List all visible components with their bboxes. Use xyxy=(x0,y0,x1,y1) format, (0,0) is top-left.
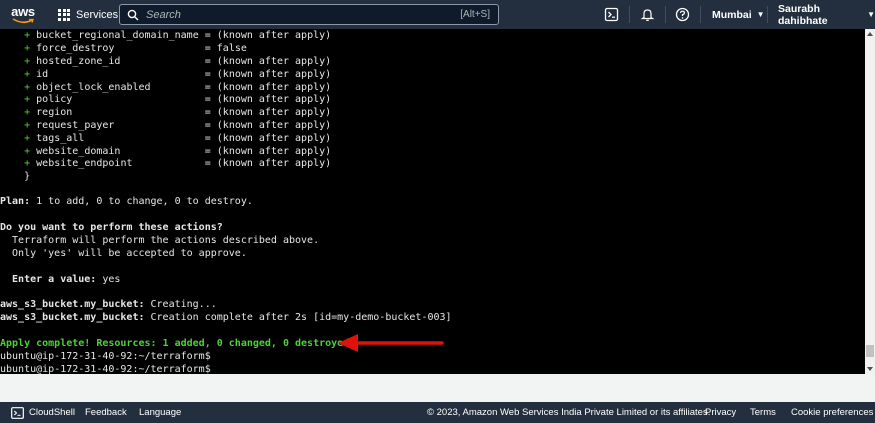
shell-prompt-line: ubuntu@ip-172-31-40-92:~/terraform$ xyxy=(0,351,211,362)
region-selector[interactable]: Mumbai ▼ xyxy=(712,0,765,29)
search-box[interactable]: [Alt+S] xyxy=(119,4,499,25)
user-name-label: Saurabh dahibhate xyxy=(778,2,828,27)
chevron-down-icon: ▼ xyxy=(867,10,875,19)
nav-divider xyxy=(767,6,768,23)
account-menu[interactable]: Saurabh dahibhate ▼ xyxy=(778,0,875,29)
creation-complete-line: aws_s3_bucket.my_bucket: Creation comple… xyxy=(0,312,452,323)
confirm-question-line: Do you want to perform these actions? xyxy=(0,222,223,233)
shell-prompt-line: ubuntu@ip-172-31-40-92:~/terraform$ xyxy=(0,364,211,374)
red-arrow-annotation xyxy=(338,334,444,352)
terminal-line: + hosted_zone_id = (known after apply) xyxy=(24,56,332,67)
aws-logo-text: aws xyxy=(11,3,35,19)
terminal-line: + request_payer = (known after apply) xyxy=(24,120,332,131)
cookie-preferences-link[interactable]: Cookie preferences xyxy=(791,402,873,423)
nav-divider xyxy=(700,6,701,23)
terminal-line: + bucket_regional_domain_name = (known a… xyxy=(24,30,332,41)
language-selector[interactable]: Language xyxy=(139,402,181,423)
feedback-link[interactable]: Feedback xyxy=(85,402,127,423)
console-footer: CloudShell Feedback Language © 2023, Ama… xyxy=(0,402,875,423)
terminal-line: + force_destroy = false xyxy=(24,43,247,54)
terminal-line: + region = (known after apply) xyxy=(24,107,332,118)
top-navigation-bar: aws Services [Alt+S] Mumbai xyxy=(0,0,875,29)
plan-summary-line: Plan: 1 to add, 0 to change, 0 to destro… xyxy=(0,196,253,207)
services-menu-button[interactable]: Services xyxy=(46,0,118,29)
aws-logo[interactable]: aws xyxy=(0,0,46,29)
enter-value-line: Enter a value: yes xyxy=(0,274,121,285)
nav-divider xyxy=(665,6,666,23)
terminal-scrollbar[interactable] xyxy=(865,29,875,374)
region-label: Mumbai xyxy=(712,8,752,21)
services-label: Services xyxy=(76,8,119,21)
search-icon xyxy=(127,9,139,20)
cloudshell-footer-button[interactable]: CloudShell xyxy=(11,402,75,423)
terminal-line: + id = (known after apply) xyxy=(24,69,332,80)
cloudshell-footer-label: CloudShell xyxy=(29,407,75,418)
privacy-link[interactable]: Privacy xyxy=(705,402,736,423)
terminal-bottom-panel xyxy=(0,374,875,402)
chevron-down-icon: ▼ xyxy=(756,10,765,19)
terminal-line: + tags_all = (known after apply) xyxy=(24,133,332,144)
cloudshell-icon[interactable] xyxy=(604,7,619,22)
terms-link[interactable]: Terms xyxy=(750,402,776,423)
terminal-output[interactable]: + bucket_regional_domain_name = (known a… xyxy=(0,29,865,374)
help-icon[interactable] xyxy=(675,7,690,22)
scroll-down-icon[interactable] xyxy=(865,364,875,374)
terminal-line: + policy = (known after apply) xyxy=(24,94,332,105)
terminal-line: + website_endpoint = (known after apply) xyxy=(24,158,332,169)
terminal-line: } xyxy=(24,171,31,182)
cloudshell-footer-icon xyxy=(11,406,24,419)
confirm-description-line: Terraform will perform the actions descr… xyxy=(0,235,320,246)
confirm-description-line: Only 'yes' will be accepted to approve. xyxy=(0,248,247,259)
search-input[interactable] xyxy=(146,8,446,21)
creating-line: aws_s3_bucket.my_bucket: Creating... xyxy=(0,299,217,310)
scroll-up-icon[interactable] xyxy=(865,29,875,39)
bell-icon[interactable] xyxy=(640,7,655,22)
nav-divider xyxy=(629,6,630,23)
copyright-text: © 2023, Amazon Web Services India Privat… xyxy=(427,407,711,418)
services-grid-icon xyxy=(58,8,70,21)
aws-smile-icon xyxy=(12,17,34,23)
scrollbar-thumb[interactable] xyxy=(866,345,874,357)
apply-complete-line: Apply complete! Resources: 1 added, 0 ch… xyxy=(0,338,356,349)
search-shortcut-hint: [Alt+S] xyxy=(460,9,490,20)
